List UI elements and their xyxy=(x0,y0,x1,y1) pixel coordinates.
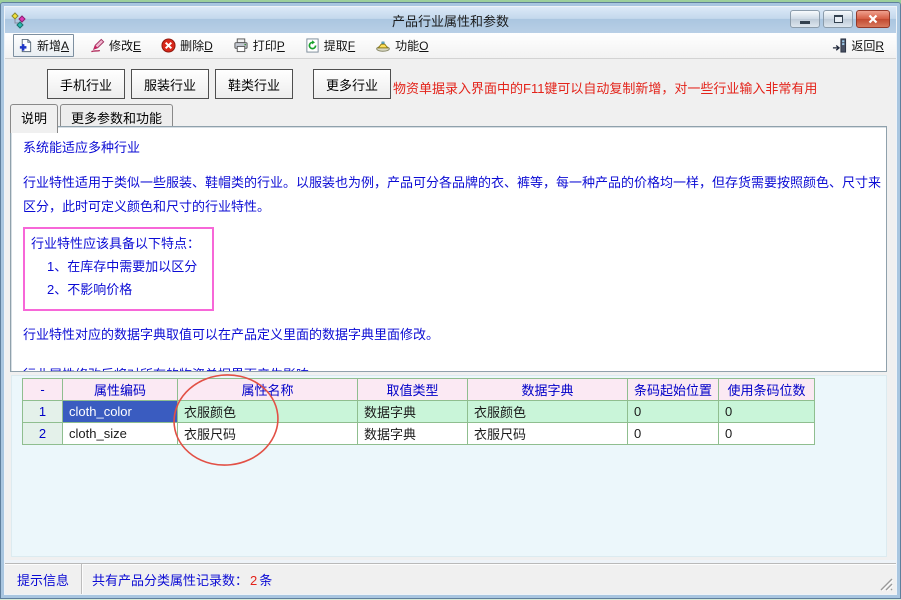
app-window: 产品行业属性和参数 新增A xyxy=(0,2,901,599)
cell-value-type[interactable]: 数据字典 xyxy=(358,423,468,445)
cell-attr-name[interactable]: 衣服尺码 xyxy=(178,423,358,445)
minimize-icon xyxy=(800,21,810,24)
minimize-button[interactable] xyxy=(790,10,820,28)
cell-data-dict[interactable]: 衣服颜色 xyxy=(468,401,628,423)
header-value-type[interactable]: 取值类型 xyxy=(358,379,468,401)
edit-label: 修改 xyxy=(109,39,133,53)
industry-button-mobile[interactable]: 手机行业 xyxy=(47,69,125,99)
cell-barcode-digits[interactable]: 0 xyxy=(719,423,815,445)
return-label: 返回 xyxy=(851,39,875,53)
close-icon xyxy=(868,14,878,24)
cell-attr-code[interactable]: cloth_size xyxy=(63,423,178,445)
extract-label: 提取 xyxy=(324,39,348,53)
print-label: 打印 xyxy=(253,39,277,53)
attribute-grid-region: - 属性编码 属性名称 取值类型 数据字典 条码起始位置 使用条码位数 1 cl… xyxy=(11,375,887,557)
window-title: 产品行业属性和参数 xyxy=(5,11,896,30)
main-panel: 手机行业 服装行业 鞋类行业 更多行业 物资单据录入界面中的F11键可以自动复制… xyxy=(5,59,896,560)
delete-button[interactable]: 删除D xyxy=(157,35,217,56)
status-label: 提示信息 xyxy=(5,570,81,589)
record-count-message: 共有产品分类属性记录数：2条 xyxy=(82,570,272,589)
description-panel: 系统能适应多种行业 行业特性适用于类似一些服装、鞋帽类的行业。以服装也为例，产品… xyxy=(10,126,887,372)
cell-barcode-digits[interactable]: 0 xyxy=(719,401,815,423)
new-label: 新增 xyxy=(37,39,61,53)
feature-box: 行业特性应该具备以下特点： 1、在库存中需要加以区分 2、不影响价格 xyxy=(23,227,214,311)
desc-line-3: 行业特性对应的数据字典取值可以在产品定义里面的数据字典里面修改。 xyxy=(23,323,874,347)
desc-line-1: 系统能适应多种行业 xyxy=(23,136,874,160)
maximize-icon xyxy=(834,15,843,23)
extract-button[interactable]: 提取F xyxy=(301,35,359,56)
print-icon xyxy=(233,38,249,53)
industry-button-row: 手机行业 服装行业 鞋类行业 更多行业 xyxy=(47,69,391,99)
header-barcode-digits[interactable]: 使用条码位数 xyxy=(719,379,815,401)
industry-button-shoes[interactable]: 鞋类行业 xyxy=(215,69,293,99)
maximize-button[interactable] xyxy=(823,10,853,28)
function-icon xyxy=(375,38,391,53)
close-button[interactable] xyxy=(856,10,890,28)
table-header-row: - 属性编码 属性名称 取值类型 数据字典 条码起始位置 使用条码位数 xyxy=(23,379,815,401)
attribute-table: - 属性编码 属性名称 取值类型 数据字典 条码起始位置 使用条码位数 1 cl… xyxy=(22,378,815,445)
cell-attr-name[interactable]: 衣服颜色 xyxy=(178,401,358,423)
record-count-value: 2 xyxy=(248,573,259,588)
resize-grip[interactable] xyxy=(878,576,893,591)
feature-box-item-1: 1、在库存中需要加以区分 xyxy=(31,255,200,278)
row-number-cell[interactable]: 1 xyxy=(23,401,63,423)
print-button[interactable]: 打印P xyxy=(229,35,289,56)
title-bar: 产品行业属性和参数 xyxy=(5,7,896,33)
feature-box-item-2: 2、不影响价格 xyxy=(31,278,200,301)
edit-button[interactable]: 修改E xyxy=(86,35,145,56)
header-attr-name[interactable]: 属性名称 xyxy=(178,379,358,401)
extract-icon xyxy=(305,38,320,53)
desc-line-2: 行业特性适用于类似一些服装、鞋帽类的行业。以服装也为例，产品可分各品牌的衣、裤等… xyxy=(23,171,885,219)
return-exit-icon xyxy=(832,38,847,53)
table-row: 2 cloth_size 衣服尺码 数据字典 衣服尺码 0 0 xyxy=(23,423,815,445)
header-data-dict[interactable]: 数据字典 xyxy=(468,379,628,401)
f11-hint-text: 物资单据录入界面中的F11键可以自动复制新增，对一些行业输入非常有用 xyxy=(393,78,817,97)
new-button[interactable]: 新增A xyxy=(13,34,74,57)
row-number-cell[interactable]: 2 xyxy=(23,423,63,445)
delete-icon xyxy=(161,38,176,53)
cell-data-dict[interactable]: 衣服尺码 xyxy=(468,423,628,445)
industry-button-more[interactable]: 更多行业 xyxy=(313,69,391,99)
tab-description[interactable]: 说明 xyxy=(10,104,58,133)
industry-button-clothing[interactable]: 服装行业 xyxy=(131,69,209,99)
function-label: 功能 xyxy=(395,39,419,53)
cell-value-type[interactable]: 数据字典 xyxy=(358,401,468,423)
delete-label: 删除 xyxy=(180,39,204,53)
edit-icon xyxy=(90,38,105,53)
header-row-selector[interactable]: - xyxy=(23,379,63,401)
cell-attr-code-selected[interactable]: cloth_color xyxy=(63,401,178,423)
function-button[interactable]: 功能O xyxy=(371,35,432,56)
toolbar: 新增A 修改E 删除D 打印P xyxy=(5,33,896,59)
header-barcode-start[interactable]: 条码起始位置 xyxy=(628,379,719,401)
table-row: 1 cloth_color 衣服颜色 数据字典 衣服颜色 0 0 xyxy=(23,401,815,423)
return-button[interactable]: 返回R xyxy=(828,35,888,56)
status-bar: 提示信息 共有产品分类属性记录数：2条 xyxy=(5,563,896,594)
new-icon xyxy=(18,38,33,53)
desc-line-4: 行业属性修改后将对所有的物资单据界面产生影响 xyxy=(23,363,874,372)
cell-barcode-start[interactable]: 0 xyxy=(628,423,719,445)
feature-box-title: 行业特性应该具备以下特点： xyxy=(31,232,200,255)
cell-barcode-start[interactable]: 0 xyxy=(628,401,719,423)
header-attr-code[interactable]: 属性编码 xyxy=(63,379,178,401)
